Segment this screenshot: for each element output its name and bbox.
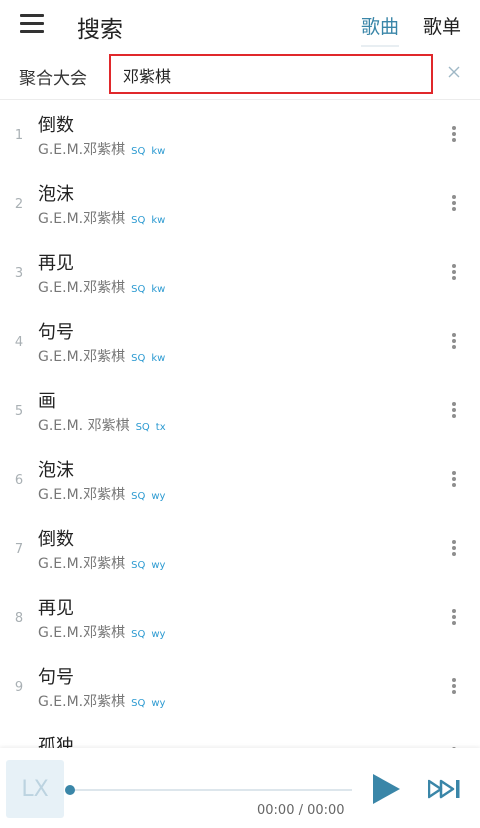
artist-name: G.E.M.邓紫棋	[38, 487, 126, 503]
skip-next-icon[interactable]	[427, 777, 462, 801]
song-title: 孤独	[38, 736, 74, 748]
source-badge: kw	[151, 215, 166, 226]
artist-name: G.E.M. 邓紫棋	[38, 418, 130, 434]
source-badge: tx	[155, 422, 166, 433]
tab-playlists[interactable]: 歌单	[423, 12, 461, 39]
close-icon[interactable]	[446, 64, 462, 80]
list-item[interactable]: 孤独	[0, 721, 480, 748]
more-vertical-icon[interactable]	[448, 538, 460, 558]
more-vertical-icon[interactable]	[448, 262, 460, 282]
artist-name: G.E.M.邓紫棋	[38, 142, 126, 158]
source-badge: wy	[151, 560, 166, 571]
song-title: 句号	[38, 667, 74, 688]
progress-knob[interactable]	[65, 785, 75, 795]
tab-songs[interactable]: 歌曲	[361, 12, 400, 47]
row-index: 5	[14, 404, 24, 419]
song-title: 再见	[38, 253, 74, 274]
time-readout: 00:00 / 00:00	[257, 803, 345, 818]
artist-name: G.E.M.邓紫棋	[38, 349, 126, 365]
source-badge: kw	[151, 353, 166, 364]
song-meta: G.E.M.邓紫棋 SQ wy	[38, 553, 165, 573]
song-meta: G.E.M. 邓紫棋 SQ tx	[38, 415, 166, 435]
row-index: 3	[14, 266, 24, 281]
quality-badge: SQ	[131, 284, 146, 295]
quality-badge: SQ	[131, 146, 146, 157]
progress-bar[interactable]	[70, 789, 352, 791]
song-meta: G.E.M.邓紫棋 SQ kw	[38, 277, 165, 297]
song-title: 倒数	[38, 529, 74, 550]
list-item[interactable]: 4 句号 G.E.M.邓紫棋 SQ kw	[0, 307, 480, 376]
more-vertical-icon[interactable]	[448, 400, 460, 420]
song-meta: G.E.M.邓紫棋 SQ wy	[38, 691, 165, 711]
quality-badge: SQ	[131, 698, 146, 709]
search-box[interactable]	[109, 54, 433, 94]
row-index: 7	[14, 542, 24, 557]
page-title: 搜索	[77, 17, 123, 43]
song-title: 画	[38, 391, 56, 412]
artist-name: G.E.M.邓紫棋	[38, 694, 126, 710]
source-badge: kw	[151, 146, 166, 157]
result-list[interactable]: 1 倒数 G.E.M.邓紫棋 SQ kw 2 泡沫 G.E.M.邓紫棋 SQ kw 3 再见 G.E.M…	[0, 100, 480, 748]
album-cover[interactable]: LX	[6, 760, 64, 818]
song-title: 倒数	[38, 115, 74, 136]
list-item[interactable]: 3 再见 G.E.M.邓紫棋 SQ kw	[0, 238, 480, 307]
list-item[interactable]: 8 再见 G.E.M.邓紫棋 SQ wy	[0, 583, 480, 652]
list-item[interactable]: 5 画 G.E.M. 邓紫棋 SQ tx	[0, 376, 480, 445]
play-icon[interactable]	[370, 772, 402, 806]
list-item[interactable]: 1 倒数 G.E.M.邓紫棋 SQ kw	[0, 100, 480, 169]
song-meta: G.E.M.邓紫棋 SQ kw	[38, 346, 165, 366]
artist-name: G.E.M.邓紫棋	[38, 211, 126, 227]
quality-badge: SQ	[135, 422, 150, 433]
song-meta: G.E.M.邓紫棋 SQ wy	[38, 622, 165, 642]
source-selector[interactable]: 聚合大会	[19, 64, 87, 89]
artist-name: G.E.M.邓紫棋	[38, 280, 126, 296]
artist-name: G.E.M.邓紫棋	[38, 625, 126, 641]
row-index: 2	[14, 197, 24, 212]
list-item[interactable]: 2 泡沫 G.E.M.邓紫棋 SQ kw	[0, 169, 480, 238]
header: 搜索 歌曲 歌单	[0, 0, 480, 50]
row-index: 1	[14, 128, 24, 143]
search-row: 聚合大会	[0, 50, 480, 100]
more-vertical-icon[interactable]	[448, 607, 460, 627]
row-index: 8	[14, 611, 24, 626]
row-index: 4	[14, 335, 24, 350]
menu-icon[interactable]	[20, 14, 44, 34]
list-item[interactable]: 7 倒数 G.E.M.邓紫棋 SQ wy	[0, 514, 480, 583]
search-input[interactable]	[111, 56, 425, 94]
quality-badge: SQ	[131, 629, 146, 640]
more-vertical-icon[interactable]	[448, 193, 460, 213]
more-vertical-icon[interactable]	[448, 469, 460, 489]
artist-name: G.E.M.邓紫棋	[38, 556, 126, 572]
player-bar: LX 00:00 / 00:00	[0, 748, 480, 828]
quality-badge: SQ	[131, 491, 146, 502]
source-badge: wy	[151, 491, 166, 502]
song-title: 泡沫	[38, 460, 74, 481]
row-index: 9	[14, 680, 24, 695]
source-badge: wy	[151, 698, 166, 709]
quality-badge: SQ	[131, 353, 146, 364]
list-item[interactable]: 9 句号 G.E.M.邓紫棋 SQ wy	[0, 652, 480, 721]
list-item[interactable]: 6 泡沫 G.E.M.邓紫棋 SQ wy	[0, 445, 480, 514]
row-index: 6	[14, 473, 24, 488]
song-title: 泡沫	[38, 184, 74, 205]
song-title: 再见	[38, 598, 74, 619]
source-badge: wy	[151, 629, 166, 640]
song-meta: G.E.M.邓紫棋 SQ kw	[38, 208, 165, 228]
more-vertical-icon[interactable]	[448, 124, 460, 144]
source-badge: kw	[151, 284, 166, 295]
song-title: 句号	[38, 322, 74, 343]
quality-badge: SQ	[131, 215, 146, 226]
song-meta: G.E.M.邓紫棋 SQ wy	[38, 484, 165, 504]
more-vertical-icon[interactable]	[448, 676, 460, 696]
song-meta: G.E.M.邓紫棋 SQ kw	[38, 139, 165, 159]
quality-badge: SQ	[131, 560, 146, 571]
more-vertical-icon[interactable]	[448, 331, 460, 351]
